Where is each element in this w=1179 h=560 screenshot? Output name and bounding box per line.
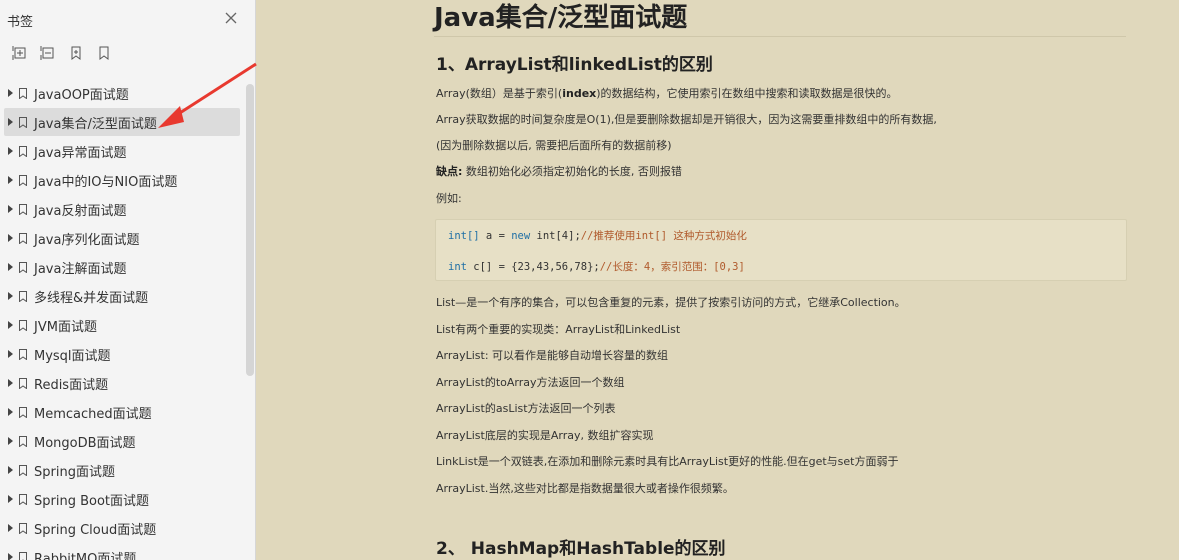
- bookmark-label: RabbitMQ面试题: [34, 551, 137, 560]
- bookmark-item[interactable]: Java中的IO与NIO面试题: [4, 166, 240, 194]
- paragraph-line: ArrayList.当然,这些对比都是指数据量很大或者操作很频繁。: [436, 481, 734, 495]
- section-heading-1: 1、ArrayList和linkedList的区别: [436, 55, 713, 75]
- bookmark-icon: [19, 551, 27, 560]
- bookmark-label: Java反射面试题: [34, 203, 127, 219]
- expand-caret-icon[interactable]: [8, 466, 13, 474]
- annotation-arrow: [158, 62, 257, 128]
- bookmark-icon: [19, 116, 27, 128]
- bookmark-item[interactable]: Spring面试题: [4, 456, 240, 484]
- bookmark-label: Mysql面试题: [34, 348, 111, 364]
- bookmark-icon: [19, 522, 27, 534]
- bookmark-icon: [19, 203, 27, 215]
- bookmark-item[interactable]: Spring Boot面试题: [4, 485, 240, 513]
- bookmark-label: Spring Boot面试题: [34, 493, 150, 509]
- expand-caret-icon[interactable]: [8, 408, 13, 416]
- paragraph-delete-note: (因为删除数据以后, 需要把后面所有的数据前移): [436, 139, 672, 152]
- paragraph-disadvantage: 缺点: 数组初始化必须指定初始化的长度, 否则报错: [436, 165, 682, 178]
- bookmark-icon: [19, 319, 27, 331]
- paragraph-line: ArrayList底层的实现是Array, 数组扩容实现: [436, 428, 654, 442]
- code-block: int[] a = new int[4];//推荐使用int[] 这种方式初始化…: [435, 219, 1127, 281]
- expand-all-icon[interactable]: [12, 45, 28, 61]
- bookmark-icon: [19, 145, 27, 157]
- close-icon[interactable]: [224, 11, 238, 25]
- expand-caret-icon[interactable]: [8, 379, 13, 387]
- bookmark-icon: [19, 493, 27, 505]
- expand-caret-icon[interactable]: [8, 437, 13, 445]
- sidebar-header: 书签: [0, 0, 255, 38]
- expand-caret-icon[interactable]: [8, 176, 13, 184]
- document-viewer: Java集合/泛型面试题 1、ArrayList和linkedList的区别 A…: [256, 0, 1179, 560]
- bookmark-icon: [19, 232, 27, 244]
- bookmark-icon: [19, 87, 27, 99]
- paragraph-line: List—是一个有序的集合，可以包含重复的元素，提供了按索引访问的方式，它继承C…: [436, 296, 906, 309]
- page-title: Java集合/泛型面试题: [434, 3, 688, 33]
- expand-caret-icon[interactable]: [8, 292, 13, 300]
- expand-caret-icon[interactable]: [8, 118, 13, 126]
- bookmark-item[interactable]: 多线程&并发面试题: [4, 282, 240, 310]
- bookmark-label: Memcached面试题: [34, 406, 152, 422]
- bookmark-icon: [19, 435, 27, 447]
- expand-caret-icon[interactable]: [8, 321, 13, 329]
- bookmark-item[interactable]: Memcached面试题: [4, 398, 240, 426]
- bookmark-label: 多线程&并发面试题: [34, 290, 149, 306]
- bookmark-item[interactable]: Spring Cloud面试题: [4, 514, 240, 542]
- bookmark-icon: [19, 377, 27, 389]
- bookmark-item[interactable]: JVM面试题: [4, 311, 240, 339]
- bookmark-icon: [19, 261, 27, 273]
- bookmark-label: Redis面试题: [34, 377, 109, 393]
- paragraph-line: List有两个重要的实现类：ArrayList和LinkedList: [436, 322, 681, 336]
- bookmark-item[interactable]: Java注解面试题: [4, 253, 240, 281]
- expand-caret-icon[interactable]: [8, 234, 13, 242]
- bookmark-icon: [19, 348, 27, 360]
- bookmark-label: Java集合/泛型面试题: [34, 116, 157, 132]
- bookmark-label: Spring Cloud面试题: [34, 522, 157, 538]
- expand-caret-icon[interactable]: [8, 350, 13, 358]
- bookmark-label: Spring面试题: [34, 464, 115, 480]
- bookmark-item[interactable]: Java异常面试题: [4, 137, 240, 165]
- bookmark-label: Java中的IO与NIO面试题: [34, 174, 178, 190]
- code-line-2: int c[] = {23,43,56,78};//长度：4，索引范围：[0,3…: [448, 261, 745, 273]
- expand-caret-icon[interactable]: [8, 205, 13, 213]
- paragraph-array-definition: Array(数组）是基于索引(index)的数据结构，它使用索引在数组中搜索和读…: [436, 87, 898, 100]
- expand-caret-icon[interactable]: [8, 553, 13, 560]
- bookmark-icon: [19, 290, 27, 302]
- bookmark-label: MongoDB面试题: [34, 435, 136, 451]
- bookmark-item[interactable]: Mysql面试题: [4, 340, 240, 368]
- paragraph-line: ArrayList的toArray方法返回一个数组: [436, 375, 625, 389]
- bookmark-label: Java序列化面试题: [34, 232, 140, 248]
- bookmark-icon: [19, 406, 27, 418]
- bookmark-item[interactable]: Java序列化面试题: [4, 224, 240, 252]
- bookmark-label: Java注解面试题: [34, 261, 127, 277]
- bookmark-label: JavaOOP面试题: [34, 87, 129, 103]
- paragraph-line: LinkList是一个双链表,在添加和删除元素时具有比ArrayList更好的性…: [436, 455, 899, 468]
- section-heading-2: 2、 HashMap和HashTable的区别: [436, 539, 726, 559]
- bookmark-item[interactable]: Redis面试题: [4, 369, 240, 397]
- collapse-all-icon[interactable]: [40, 45, 56, 61]
- expand-caret-icon[interactable]: [8, 89, 13, 97]
- bookmark-icon: [19, 174, 27, 186]
- expand-caret-icon[interactable]: [8, 263, 13, 271]
- bookmark-icon[interactable]: [96, 45, 112, 61]
- sidebar-title: 书签: [7, 15, 34, 30]
- expand-caret-icon[interactable]: [8, 147, 13, 155]
- code-line-1: int[] a = new int[4];//推荐使用int[] 这种方式初始化: [448, 230, 747, 242]
- bookmark-label: JVM面试题: [34, 319, 97, 335]
- expand-caret-icon[interactable]: [8, 495, 13, 503]
- bookmark-item[interactable]: MongoDB面试题: [4, 427, 240, 455]
- paragraph-complexity: Array获取数据的时间复杂度是O(1),但是要删除数据却是开销很大，因为这需要…: [436, 113, 937, 126]
- bookmark-item[interactable]: RabbitMQ面试题: [4, 543, 240, 560]
- paragraph-line: ArrayList的asList方法返回一个列表: [436, 402, 616, 415]
- add-bookmark-icon[interactable]: [68, 45, 84, 61]
- title-divider: [434, 36, 1126, 37]
- paragraph-line: ArrayList: 可以看作是能够自动增长容量的数组: [436, 349, 669, 362]
- expand-caret-icon[interactable]: [8, 524, 13, 532]
- bookmark-item[interactable]: Java反射面试题: [4, 195, 240, 223]
- bookmark-icon: [19, 464, 27, 476]
- bookmark-label: Java异常面试题: [34, 145, 127, 161]
- paragraph-example-label: 例如:: [436, 192, 462, 205]
